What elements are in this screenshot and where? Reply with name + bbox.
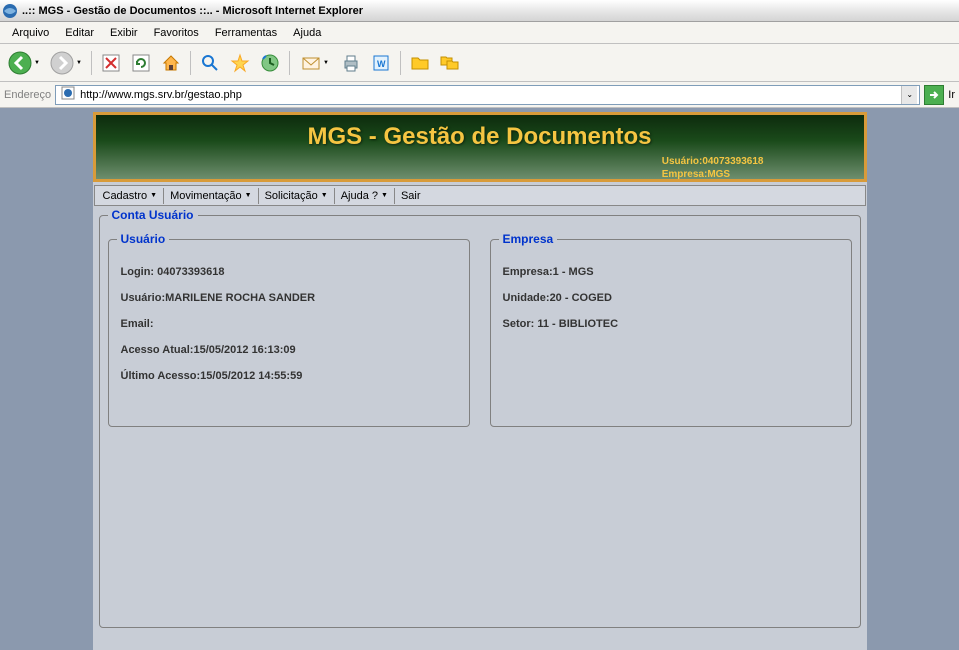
account-legend: Conta Usuário — [108, 208, 198, 222]
address-label: Endereço — [4, 89, 51, 101]
app-menubar: Cadastro▼ Movimentação▼ Solicitação▼ Aju… — [94, 185, 866, 206]
app-banner: MGS - Gestão de Documentos Usuário:04073… — [93, 112, 867, 182]
search-button[interactable] — [196, 49, 224, 77]
email-field: Email: — [121, 318, 461, 330]
menu-sair[interactable]: Sair — [395, 188, 427, 204]
menu-editar[interactable]: Editar — [57, 24, 102, 42]
window-title: ..:: MGS - Gestão de Documentos ::.. - M… — [22, 5, 363, 17]
user-fieldset: Usuário Login: 04073393618 Usuário:MARIL… — [108, 232, 470, 427]
banner-company-label: Empresa: — [662, 169, 708, 180]
menu-solicitacao[interactable]: Solicitação▼ — [259, 188, 335, 204]
go-button[interactable] — [924, 85, 944, 105]
print-button[interactable] — [337, 49, 365, 77]
folders-button[interactable] — [436, 49, 464, 77]
company-legend: Empresa — [499, 232, 558, 246]
chevron-down-icon: ▼ — [245, 192, 252, 199]
chevron-down-icon: ▼ — [381, 192, 388, 199]
chevron-down-icon: ▼ — [34, 60, 40, 66]
ie-page-icon — [61, 86, 75, 103]
last-access-field: Último Acesso:15/05/2012 14:55:59 — [121, 370, 461, 382]
menu-ajuda[interactable]: Ajuda — [285, 24, 329, 42]
chevron-down-icon: ▼ — [150, 192, 157, 199]
stop-button[interactable] — [97, 49, 125, 77]
menu-ajuda-app[interactable]: Ajuda ?▼ — [335, 188, 395, 204]
company-field: Empresa:1 - MGS — [503, 266, 843, 278]
chevron-down-icon: ▼ — [76, 60, 82, 66]
menu-cadastro[interactable]: Cadastro▼ — [97, 188, 165, 204]
menu-favoritos[interactable]: Favoritos — [146, 24, 207, 42]
go-label: Ir — [948, 89, 955, 101]
viewport: MGS - Gestão de Documentos Usuário:04073… — [0, 108, 959, 650]
history-button[interactable] — [256, 49, 284, 77]
chevron-down-icon: ▼ — [321, 192, 328, 199]
username-field: Usuário:MARILENE ROCHA SANDER — [121, 292, 461, 304]
address-input-wrapper: ⌄ — [55, 85, 920, 105]
toolbar-separator — [190, 51, 191, 75]
menu-movimentacao[interactable]: Movimentação▼ — [164, 188, 258, 204]
favorites-button[interactable] — [226, 49, 254, 77]
banner-company-value: MGS — [707, 169, 730, 180]
banner-user-label: Usuário: — [662, 156, 703, 167]
company-fieldset: Empresa Empresa:1 - MGS Unidade:20 - COG… — [490, 232, 852, 427]
menu-exibir[interactable]: Exibir — [102, 24, 146, 42]
ie-app-icon — [2, 3, 18, 19]
banner-user-info: Usuário:04073393618 Empresa:MGS — [662, 155, 764, 181]
page-content: MGS - Gestão de Documentos Usuário:04073… — [93, 112, 867, 650]
mail-button[interactable]: ▼ — [295, 49, 335, 77]
refresh-button[interactable] — [127, 49, 155, 77]
edit-button[interactable]: W — [367, 49, 395, 77]
sector-field: Setor: 11 - BIBLIOTEC — [503, 318, 843, 330]
menu-ferramentas[interactable]: Ferramentas — [207, 24, 285, 42]
address-dropdown[interactable]: ⌄ — [901, 86, 917, 104]
content-body: Conta Usuário Usuário Login: 04073393618… — [93, 208, 867, 628]
folder-button[interactable] — [406, 49, 434, 77]
back-button[interactable]: ▼ — [4, 49, 44, 77]
svg-text:W: W — [377, 59, 386, 69]
browser-toolbar: ▼ ▼ ▼ W — [0, 44, 959, 82]
unit-field: Unidade:20 - COGED — [503, 292, 843, 304]
toolbar-separator — [400, 51, 401, 75]
toolbar-separator — [289, 51, 290, 75]
browser-menubar: Arquivo Editar Exibir Favoritos Ferramen… — [0, 22, 959, 44]
home-button[interactable] — [157, 49, 185, 77]
window-titlebar: ..:: MGS - Gestão de Documentos ::.. - M… — [0, 0, 959, 22]
app-title: MGS - Gestão de Documentos — [96, 115, 864, 151]
login-field: Login: 04073393618 — [121, 266, 461, 278]
address-input[interactable] — [78, 88, 901, 102]
current-access-field: Acesso Atual:15/05/2012 16:13:09 — [121, 344, 461, 356]
toolbar-separator — [91, 51, 92, 75]
account-fieldset: Conta Usuário Usuário Login: 04073393618… — [99, 208, 861, 628]
banner-user-value: 04073393618 — [702, 156, 763, 167]
address-bar: Endereço ⌄ Ir — [0, 82, 959, 108]
chevron-down-icon: ▼ — [323, 60, 329, 66]
user-legend: Usuário — [117, 232, 170, 246]
menu-arquivo[interactable]: Arquivo — [4, 24, 57, 42]
forward-button[interactable]: ▼ — [46, 49, 86, 77]
